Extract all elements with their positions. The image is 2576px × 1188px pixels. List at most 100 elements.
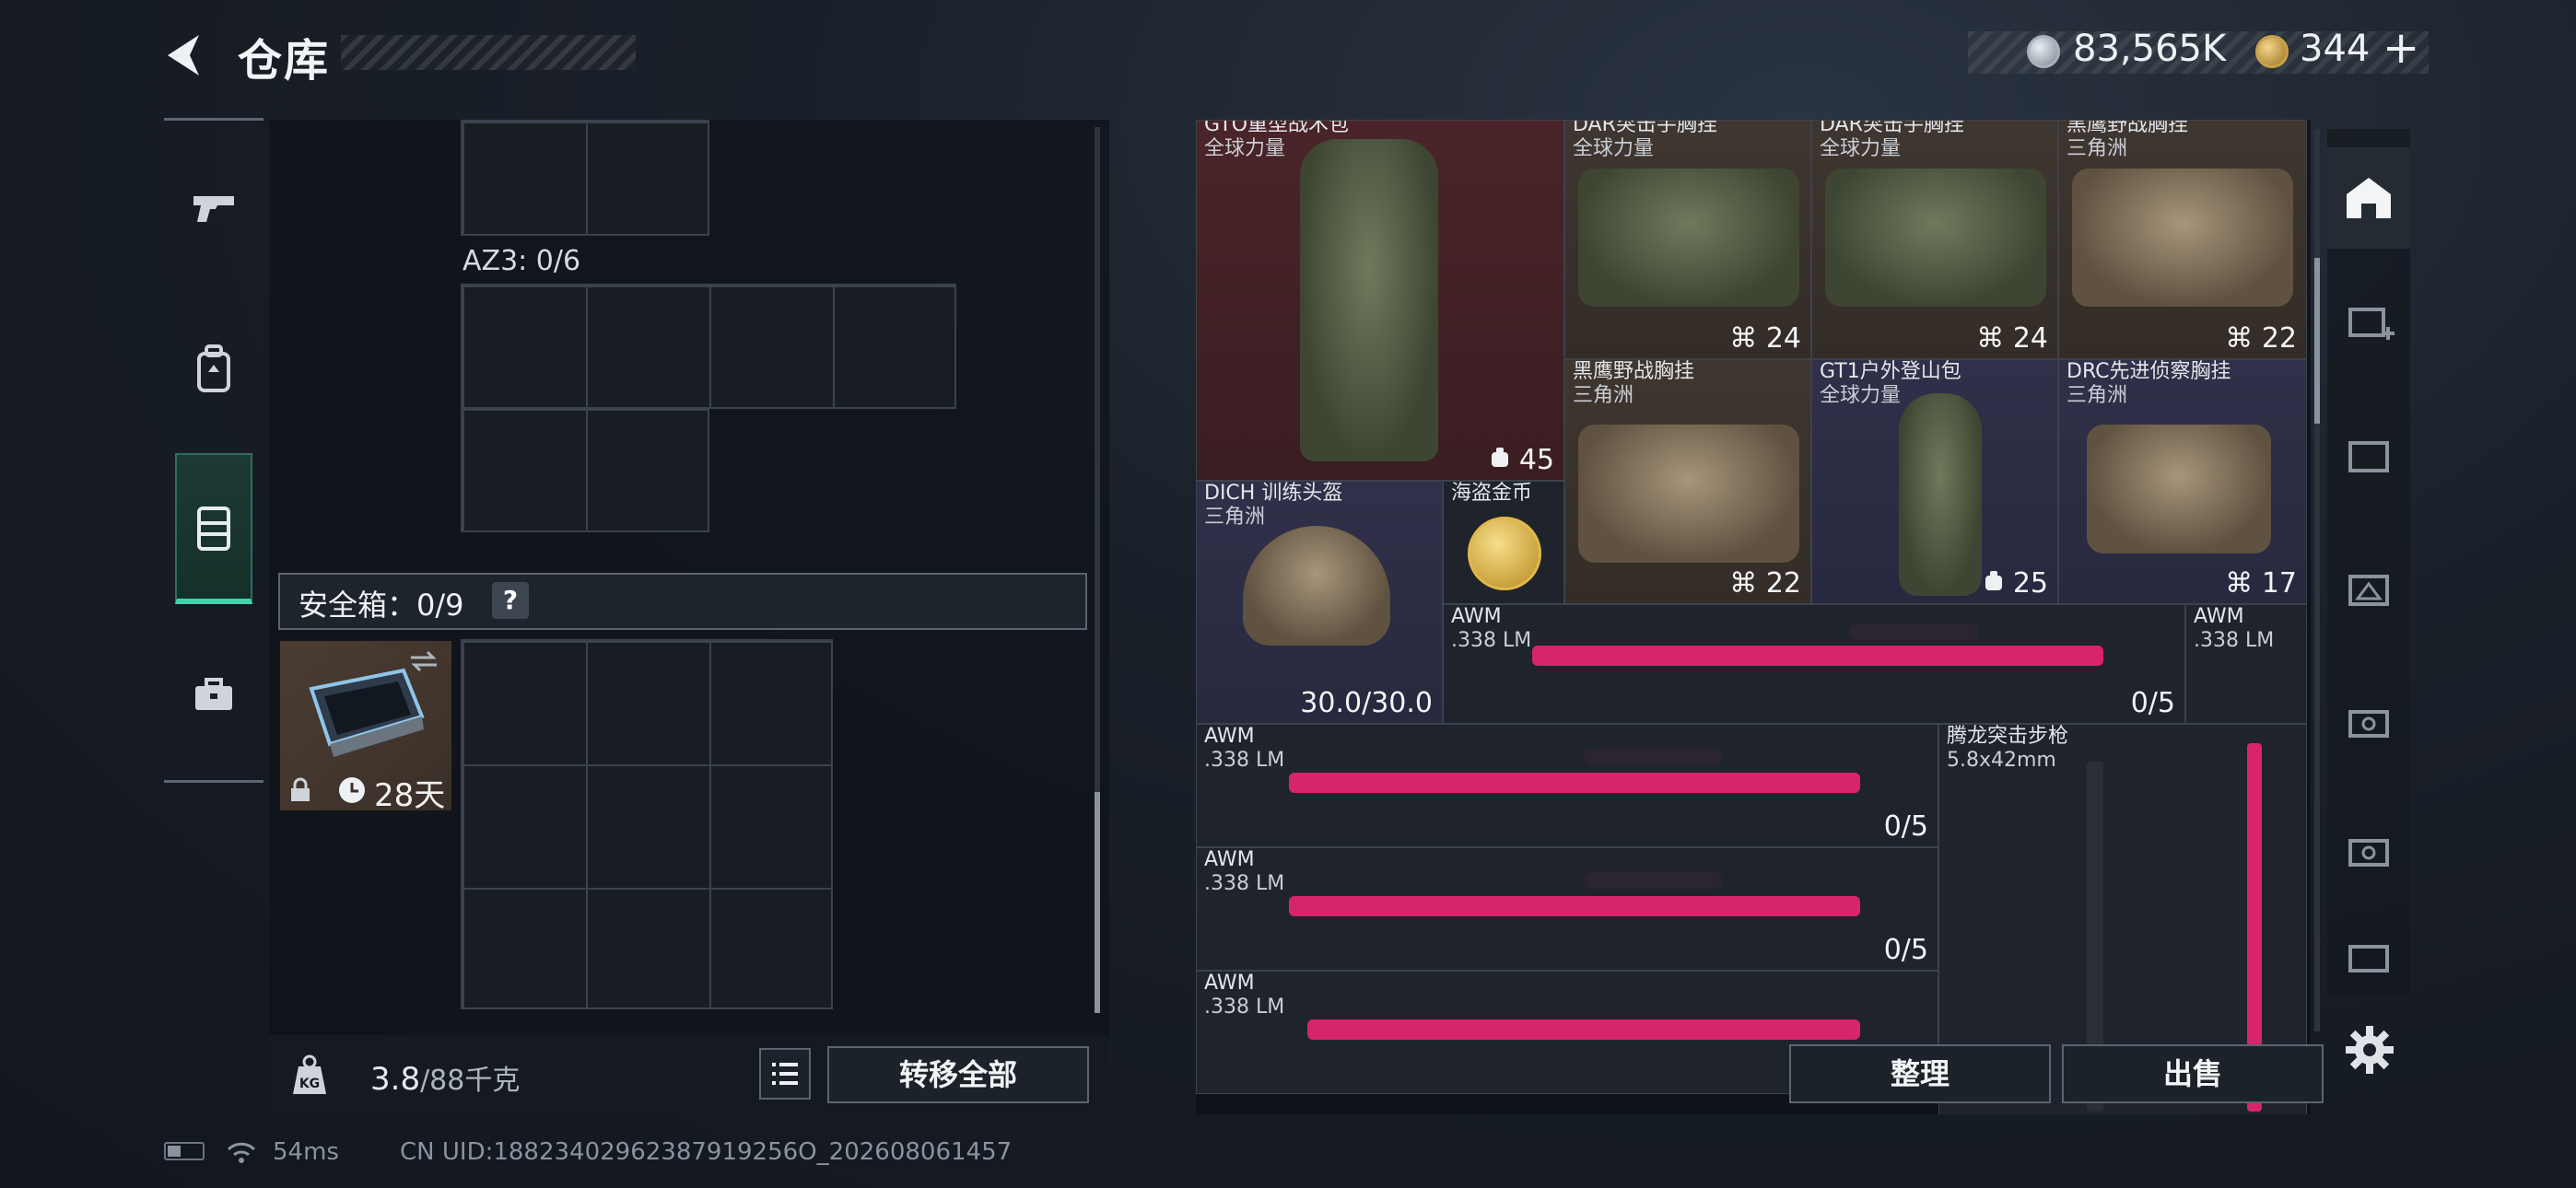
list-view-button[interactable]	[759, 1048, 811, 1100]
item-name: DAR突击手胸挂	[1573, 120, 1717, 136]
item-name: AWM	[1204, 725, 1255, 748]
item-brand: 三角洲	[2067, 137, 2128, 160]
wifi-icon	[227, 1142, 256, 1163]
vest-image	[1578, 425, 1799, 563]
rifle-image	[1532, 646, 2103, 666]
item-count-value: 45	[1518, 444, 1554, 476]
item-slot[interactable]: GTO重型战术包 全球力量 45	[1196, 120, 1564, 481]
item-name: AWM	[1204, 972, 1255, 995]
az3-label: AZ3: 0/6	[463, 245, 581, 277]
item-count: ⌘ 24	[1976, 322, 2048, 355]
item-caliber: .338 LM	[1204, 749, 1285, 772]
tidy-button[interactable]: 整理	[1789, 1044, 2051, 1103]
rifle-image	[1289, 896, 1860, 916]
scope-image	[1584, 749, 1722, 765]
ammo-count: 0/5	[1883, 934, 1928, 966]
inventory-scrollbar-thumb[interactable]	[2314, 258, 2320, 424]
item-caliber: .338 LM	[2194, 629, 2275, 652]
item-slot[interactable]: DAR突击手胸挂 全球力量 ⌘ 24	[1564, 120, 1811, 359]
vest-image	[1578, 169, 1799, 307]
transfer-all-button[interactable]: 转移全部	[827, 1046, 1089, 1103]
item-brand: 全球力量	[1820, 137, 1902, 160]
item-count-value: 24	[2012, 322, 2048, 355]
ping-readout: 54ms	[273, 1138, 339, 1166]
safe-box-duration: 28天	[374, 777, 446, 814]
item-slot[interactable]: 黑鹰野战胸挂 三角洲 ⌘ 22	[1564, 359, 1811, 604]
item-caliber: .338 LM	[1204, 996, 1285, 1019]
lock-icon	[291, 777, 310, 801]
item-slot[interactable]: GT1户外登山包 全球力量 25	[1811, 359, 2058, 604]
item-count: ⌘ 24	[1729, 322, 1801, 355]
nav-weapons[interactable]	[164, 138, 263, 276]
backpack-icon	[1985, 571, 2003, 590]
item-slot[interactable]: 海盗金币	[1443, 481, 1564, 604]
storage-tab-iv-2[interactable]	[2327, 539, 2410, 640]
nav-vests[interactable]	[175, 453, 252, 604]
az3-grid-bottom[interactable]	[461, 407, 709, 532]
item-slot[interactable]: AWM .338 LM 0/5	[1196, 724, 1938, 847]
storage-tab-v-3[interactable]	[2327, 921, 2410, 991]
item-slot[interactable]: 黑鹰野战胸挂 三角洲 ⌘ 22	[2058, 120, 2307, 359]
title-decoration	[341, 35, 636, 70]
pistol-icon	[193, 196, 234, 222]
item-name: 黑鹰野战胸挂	[2067, 120, 2189, 136]
item-slot[interactable]: DICH 训练头盔 三角洲 30.0/30.0	[1196, 481, 1443, 724]
item-name: DRC先进侦察胸挂	[2067, 360, 2231, 383]
item-slot[interactable]: DAR突击手胸挂 全球力量 ⌘ 24	[1811, 120, 2058, 359]
gold-coin-image	[1468, 517, 1541, 590]
storage-tab-v-1[interactable]	[2327, 672, 2410, 774]
current-weight: 3.8	[370, 1061, 421, 1098]
item-slot[interactable]: AWM .338 LM	[2185, 604, 2307, 724]
item-slot[interactable]: AWM .338 LM 0/5	[1196, 847, 1938, 971]
item-count-value: 22	[1765, 567, 1801, 600]
storage-tab-add[interactable]	[2327, 272, 2410, 373]
storage-grid[interactable]	[461, 120, 709, 236]
item-brand: 全球力量	[1204, 137, 1286, 160]
item-caliber: .338 LM	[1204, 872, 1285, 895]
storage-case-icon	[2348, 945, 2389, 973]
storage-tab-iv-1[interactable]	[2327, 405, 2410, 507]
storage-tab-v-2[interactable]	[2327, 801, 2410, 903]
backpack-image	[1300, 139, 1438, 461]
vest-image	[2087, 425, 2271, 553]
ammo-count: 0/5	[1883, 810, 1928, 843]
item-name: DAR突击手胸挂	[1820, 120, 1964, 136]
vest-icon: ⌘	[2225, 567, 2262, 600]
item-count: ⌘ 22	[1729, 567, 1801, 600]
sell-button[interactable]: 出售	[2062, 1044, 2324, 1103]
clock-icon	[339, 777, 365, 803]
back-arrow-icon[interactable]	[158, 29, 210, 81]
nav-backpacks[interactable]	[164, 299, 263, 437]
item-count-value: 17	[2261, 567, 2297, 600]
az3-grid-top[interactable]	[461, 284, 956, 409]
vest-icon: ⌘	[1729, 322, 1766, 355]
vest-image	[2072, 169, 2293, 307]
left-scrollbar-thumb[interactable]	[1095, 792, 1100, 1013]
vest-icon: ⌘	[1976, 322, 2013, 355]
safe-box-icon	[309, 668, 425, 757]
silver-balance: 83,565K	[2073, 28, 2227, 70]
item-count: ⌘ 17	[2225, 567, 2297, 600]
vest-icon: ⌘	[1729, 567, 1766, 600]
item-caliber: .338 LM	[1451, 629, 1532, 652]
item-slot[interactable]: DRC先进侦察胸挂 三角洲 ⌘ 17	[2058, 359, 2307, 604]
add-currency-button[interactable]: +	[2383, 22, 2419, 74]
settings-gear-icon[interactable]	[2344, 1024, 2395, 1076]
storage-tab-main[interactable]	[2327, 147, 2410, 249]
safe-box-grid[interactable]	[461, 639, 833, 1009]
item-name: AWM	[2194, 605, 2244, 628]
weight-capacity: /88千克	[420, 1065, 521, 1097]
scope-image	[1584, 872, 1722, 889]
helmet-image	[1243, 526, 1390, 646]
item-slot[interactable]: AWM .338 LM 0/5	[1443, 604, 2185, 724]
rifle-image	[1289, 773, 1860, 793]
item-name: GTO重型战术包	[1204, 120, 1350, 136]
safe-box-label: 安全箱：0/9	[299, 588, 464, 623]
help-button[interactable]: ?	[492, 582, 529, 619]
item-count: ⌘ 22	[2225, 322, 2297, 355]
toolbox-icon	[195, 678, 232, 710]
nav-toolbox[interactable]	[164, 626, 263, 764]
item-count: 25	[1984, 567, 2048, 600]
ammo-count: 0/5	[2130, 687, 2175, 719]
item-name: AWM	[1451, 605, 1502, 628]
